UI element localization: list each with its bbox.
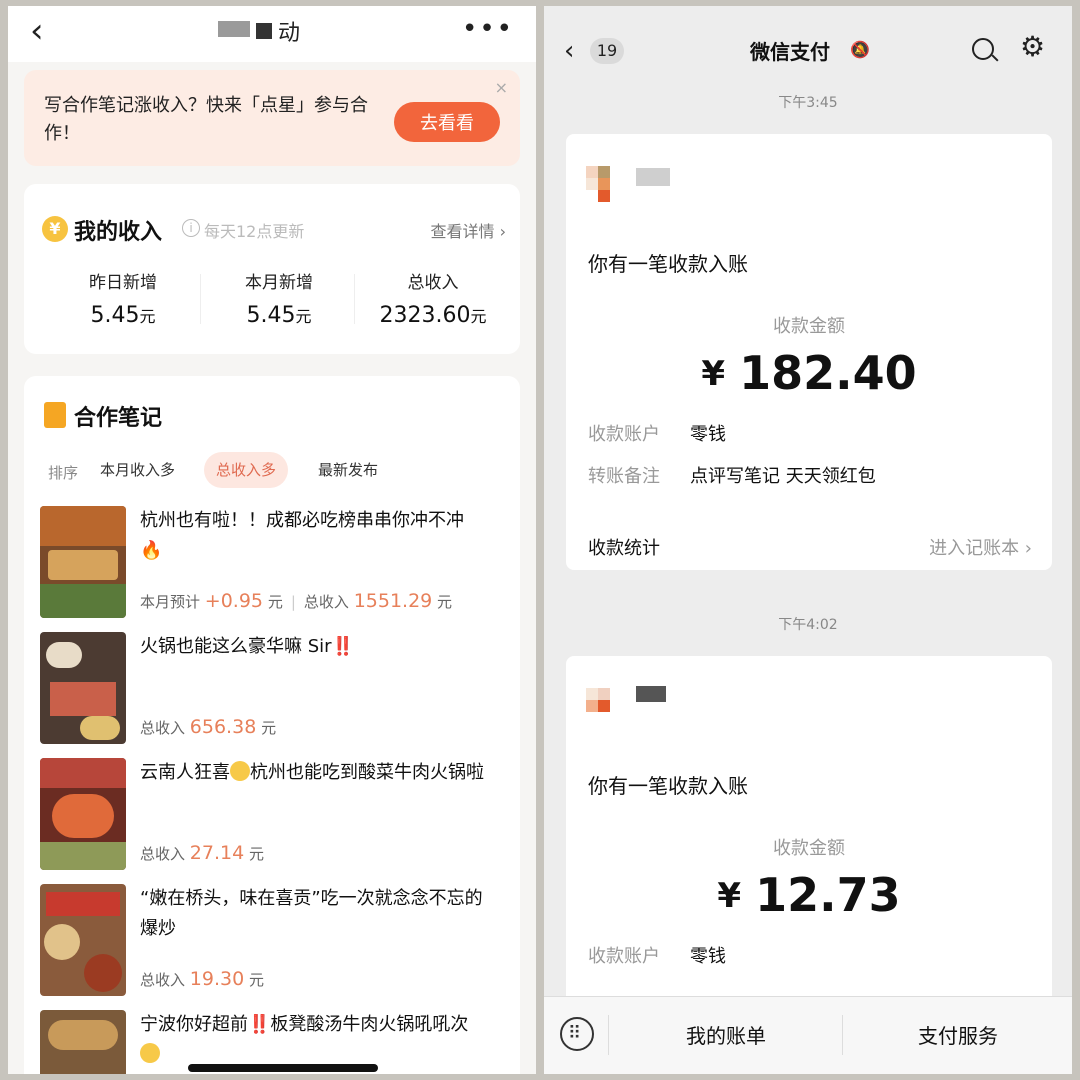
- note-item[interactable]: 火锅也能这么豪华嘛 Sir‼️ 总收入 656.38 元: [40, 632, 510, 748]
- go-see-button[interactable]: 去看看: [394, 102, 500, 142]
- note-item[interactable]: “嫩在桥头，味在喜贡”吃一次就念念不忘的爆炒 总收入 19.30 元: [40, 884, 510, 1000]
- yen-coin-icon: ¥: [42, 216, 68, 242]
- notes-title: 合作笔记: [74, 406, 163, 431]
- note-thumbnail: [40, 884, 126, 996]
- message-timestamp: 下午3:45: [778, 95, 838, 111]
- sender-name-mosaic: [636, 686, 666, 702]
- stat-value: 5.45: [90, 303, 140, 328]
- stat-this-month: 本月新增 5.45元: [204, 268, 354, 328]
- message-timestamp: 下午4:02: [778, 617, 838, 633]
- back-icon[interactable]: ‹: [564, 38, 574, 64]
- sender-avatar: [586, 166, 622, 202]
- account-row: 收款账户 零钱: [588, 424, 726, 445]
- income-update-note: 每天12点更新: [204, 222, 305, 241]
- tab-payment-services[interactable]: 支付服务: [842, 997, 1072, 1074]
- view-details-link[interactable]: 查看详情 ›: [431, 218, 507, 242]
- stat-unit: 元: [470, 307, 487, 326]
- banner-text: 写合作笔记涨收入？快来「点星」参与合作！: [44, 95, 368, 144]
- stat-label: 总收入: [407, 273, 459, 293]
- note-thumbnail: [40, 506, 126, 618]
- amount-label: 收款金额: [773, 838, 845, 859]
- stat-yesterday: 昨日新增 5.45元: [48, 268, 198, 328]
- header: ‹ 动 •••: [8, 6, 536, 62]
- open-ledger-link[interactable]: 进入记账本 ›: [929, 534, 1032, 560]
- more-icon[interactable]: •••: [462, 14, 514, 44]
- note-title: 火锅也能这么豪华嘛 Sir‼️: [140, 636, 354, 657]
- message-title: 你有一笔收款入账: [588, 774, 748, 798]
- blurred-mosaic: [256, 23, 272, 39]
- chat-title: 微信支付: [750, 40, 830, 64]
- home-indicator: [188, 1064, 378, 1072]
- stat-label: 本月新增: [245, 273, 313, 293]
- back-icon[interactable]: ‹: [30, 14, 44, 48]
- message-title: 你有一笔收款入账: [588, 252, 748, 276]
- blurred-name-mosaic: [218, 21, 250, 41]
- stat-unit: 元: [139, 307, 156, 326]
- tab-my-bills[interactable]: 我的账单: [610, 997, 842, 1074]
- promo-banner: 写合作笔记涨收入？快来「点星」参与合作！ 去看看 ×: [24, 70, 520, 166]
- pleading-face-icon: [230, 761, 250, 781]
- note-item[interactable]: 云南人狂喜 杭州也能吃到酸菜牛肉火锅啦 总收入 27.14 元: [40, 758, 510, 874]
- unread-badge: 19: [590, 38, 624, 64]
- info-icon[interactable]: i: [182, 219, 200, 237]
- page-title: 动: [218, 14, 300, 48]
- bell-muted-icon: 🔕: [850, 40, 870, 59]
- note-title: 杭州也有啦！！成都必吃榜串串你冲不冲 🔥: [140, 510, 464, 561]
- search-icon[interactable]: [972, 38, 994, 60]
- keyboard-icon[interactable]: [560, 1017, 594, 1051]
- income-title: 我的收入: [74, 220, 163, 245]
- bottom-tab-bar: 我的账单 支付服务: [544, 996, 1072, 1074]
- note-title: 云南人狂喜 杭州也能吃到酸菜牛肉火锅啦: [140, 761, 484, 783]
- note-title: 宁波你好超前‼️板凳酸汤牛肉火锅吼吼次: [140, 1010, 500, 1070]
- fire-icon: 🔥: [140, 540, 163, 561]
- amount-value: ¥182.40: [701, 346, 917, 400]
- sort-tab-latest[interactable]: 最新发布: [306, 452, 390, 488]
- gear-icon[interactable]: ⚙: [1020, 33, 1045, 61]
- double-exclamation-icon: ‼️: [248, 1014, 271, 1035]
- amount-value: ¥12.73: [717, 868, 901, 922]
- smiling-face-icon: [140, 1043, 160, 1063]
- note-item[interactable]: 杭州也有啦！！成都必吃榜串串你冲不冲 🔥 本月预计 +0.95 元 | 总收入 155…: [40, 506, 510, 622]
- right-screen: ‹ 19 微信支付 🔕 ⚙ 下午3:45 你有一笔收款入账 收款金额 ¥182.…: [544, 6, 1072, 1074]
- close-icon[interactable]: ×: [495, 78, 508, 97]
- notes-icon: [44, 402, 66, 428]
- note-title: “嫩在桥头，味在喜贡”吃一次就念念不忘的爆炒: [140, 888, 483, 939]
- account-row: 收款账户 零钱: [588, 946, 726, 967]
- stat-label: 昨日新增: [89, 273, 157, 293]
- stat-value: 2323.60: [379, 303, 471, 328]
- amount-label: 收款金额: [773, 316, 845, 337]
- sender-avatar: [586, 688, 622, 724]
- sort-tab-total[interactable]: 总收入多: [204, 452, 289, 488]
- note-income-meta: 总收入 19.30 元: [140, 968, 264, 990]
- sort-label: 排序: [48, 464, 79, 482]
- stat-value: 5.45: [246, 303, 296, 328]
- note-income-meta: 总收入 27.14 元: [140, 842, 264, 864]
- note-thumbnail: [40, 1010, 126, 1074]
- payment-message-card[interactable]: 你有一笔收款入账 收款金额 ¥182.40 收款账户 零钱 转账备注 点评写笔记 天…: [566, 134, 1052, 570]
- double-exclamation-icon: ‼️: [331, 636, 354, 657]
- sender-name-mosaic: [636, 168, 670, 186]
- page-title-suffix: 动: [278, 21, 301, 46]
- note-thumbnail: [40, 758, 126, 870]
- remark-row: 转账备注 点评写笔记 天天领红包: [588, 466, 876, 487]
- sort-tab-month[interactable]: 本月收入多: [88, 452, 187, 488]
- note-income-meta: 本月预计 +0.95 元 | 总收入 1551.29 元: [140, 590, 453, 612]
- cooperation-notes: 合作笔记 排序 本月收入多 总收入多 最新发布 杭州也有啦！！成都必吃榜串串你冲…: [24, 376, 520, 1074]
- income-card: ¥ 我的收入 i 每天12点更新 查看详情 › 昨日新增 5.45元 本月新增 …: [24, 184, 520, 354]
- note-income-meta: 总收入 656.38 元: [140, 716, 277, 738]
- left-screen: ‹ 动 ••• 写合作笔记涨收入？快来「点星」参与合作！ 去看看 × ¥ 我的收…: [8, 6, 536, 1074]
- note-thumbnail: [40, 632, 126, 744]
- stat-total: 总收入 2323.60元: [358, 268, 508, 328]
- stats-label: 收款统计: [588, 538, 660, 559]
- stat-unit: 元: [295, 307, 312, 326]
